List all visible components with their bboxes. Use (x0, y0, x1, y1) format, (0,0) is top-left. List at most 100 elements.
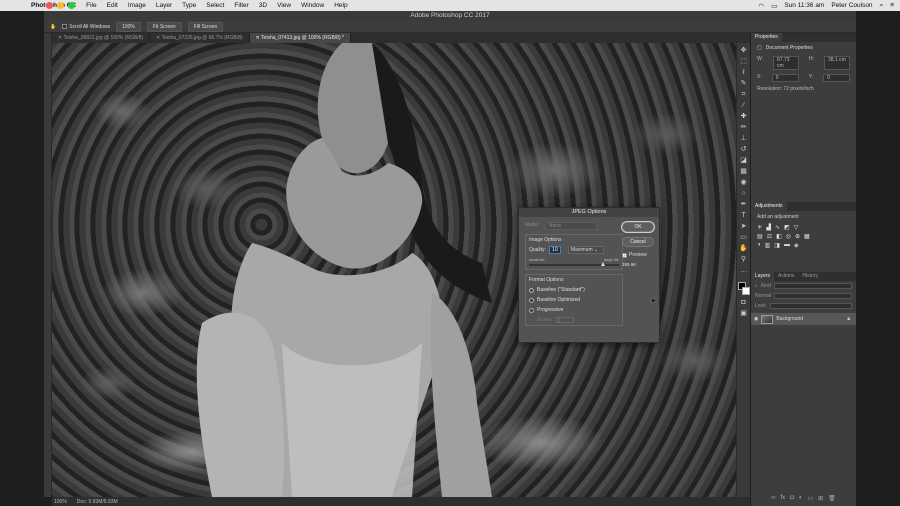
hue-saturation-icon[interactable]: ▤ (757, 233, 763, 240)
menu-image[interactable]: Image (123, 2, 151, 9)
brush-tool-icon[interactable]: ✏ (741, 124, 747, 132)
tab-document-3[interactable]: ✕ Teisha_07413.jpg @ 100% (RGB/8) * (249, 33, 351, 43)
close-window-button[interactable] (46, 2, 53, 9)
gradient-map-icon[interactable]: ▬ (784, 242, 790, 249)
visibility-eye-icon[interactable]: ◉ (754, 316, 758, 322)
matte-select[interactable]: None (544, 222, 597, 230)
history-brush-icon[interactable]: ↺ (741, 146, 747, 154)
fill-screen-button[interactable]: Fill Screen (187, 21, 224, 32)
quick-mask-icon[interactable]: ◘ (741, 299, 745, 307)
doc-size[interactable]: Doc: 5.93M/5.93M (77, 499, 118, 505)
add-mask-icon[interactable]: ◘ (790, 495, 794, 502)
menu-type[interactable]: Type (177, 2, 201, 9)
hand-tool-icon[interactable]: ✋ (739, 245, 748, 253)
notification-icon[interactable]: ≡ (890, 2, 894, 9)
width-field[interactable]: 67.73 cm (773, 56, 800, 70)
tab-adjustments[interactable]: Adjustments (751, 202, 787, 211)
clone-stamp-icon[interactable]: ⊥ (740, 135, 746, 143)
baseline-optimized-option[interactable]: Baseline Optimized (529, 297, 619, 303)
type-tool-icon[interactable]: T (741, 212, 745, 220)
quality-slider[interactable] (529, 262, 619, 266)
blend-mode-select[interactable]: Normal (755, 293, 771, 299)
curves-icon[interactable]: ∿ (775, 224, 780, 231)
ok-button[interactable]: OK (622, 222, 654, 232)
menu-window[interactable]: Window (296, 2, 329, 9)
pen-tool-icon[interactable]: ✒ (741, 201, 747, 209)
quality-slider-thumb[interactable] (601, 262, 606, 266)
fill-field[interactable] (769, 303, 852, 309)
layer-background[interactable]: ◉ Background 🔒︎ (751, 313, 856, 325)
menu-layer[interactable]: Layer (151, 2, 177, 9)
y-field[interactable]: 0 (823, 74, 850, 82)
kind-filter[interactable]: Kind (761, 283, 771, 289)
vibrance-icon[interactable]: ▽ (794, 224, 799, 231)
lasso-tool-icon[interactable]: ℓ (742, 69, 744, 77)
preview-checkbox[interactable]: ✓ Preview (622, 252, 654, 258)
height-field[interactable]: 38.1 cm (824, 56, 850, 70)
posterize-icon[interactable]: ▥ (765, 242, 771, 249)
opacity-field[interactable] (774, 293, 852, 299)
tab-actions[interactable]: Actions (774, 272, 798, 281)
new-layer-icon[interactable]: ⊞ (818, 495, 823, 502)
scroll-all-windows-checkbox[interactable]: Scroll All Windows (62, 24, 110, 30)
battery-icon[interactable]: ▭ (771, 2, 777, 10)
spotlight-icon[interactable]: ⌕ (880, 2, 884, 10)
threshold-icon[interactable]: ◨ (774, 242, 780, 249)
gradient-tool-icon[interactable]: ▦ (740, 168, 747, 176)
rectangle-tool-icon[interactable]: ▭ (740, 234, 747, 242)
tab-document-2[interactable]: ✕ Teisha_07226.jpg @ 66.7% (RGB/8) (150, 33, 250, 43)
levels-icon[interactable]: ▟ (766, 224, 771, 231)
color-swatches[interactable] (737, 282, 750, 296)
new-group-icon[interactable]: ▭ (807, 495, 813, 502)
radio-selected[interactable] (529, 287, 534, 293)
layer-style-icon[interactable]: fx (781, 495, 786, 502)
link-layers-icon[interactable]: ∞ (771, 495, 775, 502)
eyedropper-tool-icon[interactable]: ⁄ (743, 102, 744, 110)
color-balance-icon[interactable]: ⚖ (767, 233, 772, 240)
photo-filter-icon[interactable]: ◎ (786, 233, 791, 240)
fit-screen-button[interactable]: Fit Screen (146, 21, 182, 32)
black-white-icon[interactable]: ◧ (776, 233, 782, 240)
check-icon[interactable]: ✓ (622, 252, 627, 258)
more-tools-icon[interactable]: … (740, 267, 747, 275)
healing-brush-icon[interactable]: ✚ (741, 113, 747, 121)
quick-select-tool-icon[interactable]: ✎ (741, 80, 747, 88)
menu-help[interactable]: Help (329, 2, 352, 9)
menu-select[interactable]: Select (201, 2, 229, 9)
menu-filter[interactable]: Filter (229, 2, 253, 9)
minimize-window-button[interactable] (57, 2, 64, 9)
new-adjustment-layer-icon[interactable]: ◐ (799, 495, 803, 502)
radio-unselected[interactable] (529, 307, 534, 313)
hand-tool-icon[interactable]: ✋ (50, 24, 56, 30)
tab-properties[interactable]: Properties (751, 33, 782, 42)
selective-color-icon[interactable]: ◈ (794, 242, 799, 249)
radio-unselected[interactable] (529, 297, 534, 303)
menu-3d[interactable]: 3D (254, 2, 272, 9)
wifi-icon[interactable]: ◠ (759, 2, 765, 10)
checkbox-box[interactable] (62, 24, 68, 29)
zoom-window-button[interactable] (68, 2, 75, 9)
tab-document-1[interactable]: ✕ Teisha_06821.jpg @ 100% (RGB/8) (52, 33, 151, 43)
eraser-tool-icon[interactable]: ◪ (740, 157, 747, 165)
quality-input[interactable]: 10 (548, 246, 561, 254)
zoom-tool-icon[interactable]: ⚲ (741, 256, 746, 264)
progressive-option[interactable]: Progressive (529, 307, 619, 313)
cancel-button[interactable]: Cancel (622, 237, 654, 247)
channel-mixer-icon[interactable]: ⊕ (795, 233, 800, 240)
user-name[interactable]: Peter Coulson (831, 2, 872, 9)
color-lookup-icon[interactable]: ▦ (804, 233, 810, 240)
move-tool-icon[interactable]: ✥ (741, 47, 747, 55)
delete-layer-icon[interactable]: 🗑︎ (828, 495, 836, 502)
marquee-tool-icon[interactable]: ⬚ (740, 58, 747, 66)
screen-mode-icon[interactable]: ▣ (740, 310, 747, 318)
baseline-standard-option[interactable]: Baseline ("Standard") (529, 287, 619, 293)
clock[interactable]: Sun 11:36 am (784, 2, 824, 9)
tab-history[interactable]: History (798, 272, 822, 281)
menu-view[interactable]: View (272, 2, 296, 9)
tab-layers[interactable]: Layers (751, 272, 775, 281)
zoom-100-button[interactable]: 100% (116, 21, 141, 32)
brightness-contrast-icon[interactable]: ☀ (757, 224, 762, 231)
filter-icons-field[interactable] (773, 283, 852, 289)
quality-preset-select[interactable]: Maximum ⌄ (567, 246, 604, 254)
x-field[interactable]: 0 (771, 74, 799, 82)
